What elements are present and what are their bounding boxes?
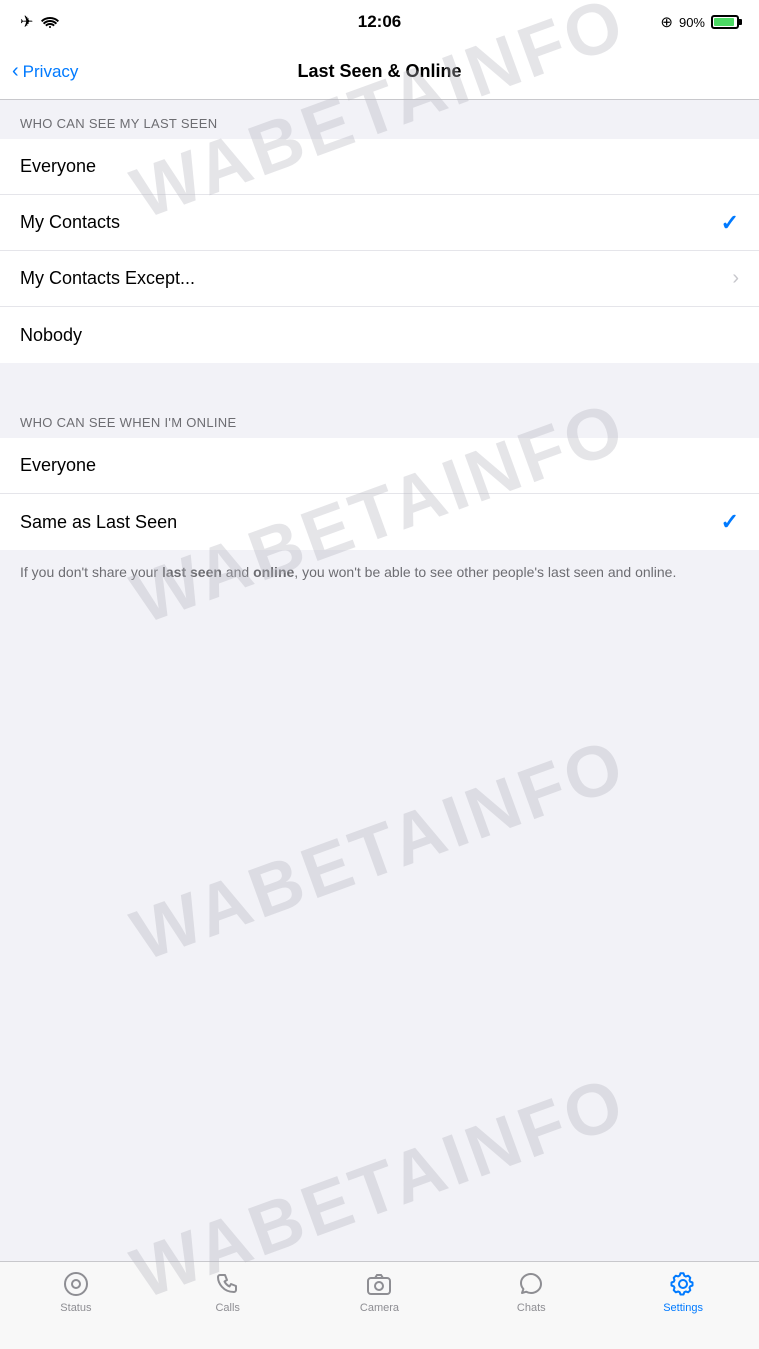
online-section-header: WHO CAN SEE WHEN I'M ONLINE xyxy=(0,399,759,438)
last-seen-options-group: Everyone My Contacts ✓ My Contacts Excep… xyxy=(0,139,759,363)
section-divider xyxy=(0,363,759,399)
battery-icon xyxy=(711,15,739,29)
footer-note-bold-last-seen: last seen xyxy=(162,564,222,580)
footer-note: If you don't share your last seen and on… xyxy=(0,550,759,603)
page-title: Last Seen & Online xyxy=(297,61,461,82)
option-my-contacts-except-label: My Contacts Except... xyxy=(20,268,195,289)
footer-note-prefix: If you don't share your xyxy=(20,564,162,580)
option-same-as-last-seen[interactable]: Same as Last Seen ✓ xyxy=(0,494,759,550)
camera-icon xyxy=(365,1270,393,1298)
footer-note-middle: and xyxy=(222,564,253,580)
option-nobody-label: Nobody xyxy=(20,325,82,346)
back-button[interactable]: ‹ Privacy xyxy=(12,62,78,82)
footer-note-suffix: , you won't be able to see other people'… xyxy=(294,564,676,580)
airplane-icon: ✈ xyxy=(20,12,33,32)
tab-chats[interactable]: Chats xyxy=(455,1270,607,1314)
status-bar: ✈ 12:06 ⊕ 90% xyxy=(0,0,759,44)
option-everyone-online[interactable]: Everyone xyxy=(0,438,759,494)
calls-icon xyxy=(214,1270,242,1298)
online-options-group: Everyone Same as Last Seen ✓ xyxy=(0,438,759,550)
tab-calls[interactable]: Calls xyxy=(152,1270,304,1314)
location-icon: ⊕ xyxy=(660,13,673,31)
status-icon xyxy=(62,1270,90,1298)
tab-chats-label: Chats xyxy=(517,1302,546,1314)
tab-settings[interactable]: Settings xyxy=(607,1270,759,1314)
status-time: 12:06 xyxy=(358,12,401,32)
chats-icon xyxy=(517,1270,545,1298)
checkmark-icon: ✓ xyxy=(721,210,739,236)
status-left-icons: ✈ xyxy=(20,12,59,32)
option-my-contacts-label: My Contacts xyxy=(20,212,120,233)
wifi-icon xyxy=(41,15,59,29)
option-everyone-last-seen-label: Everyone xyxy=(20,156,96,177)
option-same-as-last-seen-label: Same as Last Seen xyxy=(20,512,177,533)
option-nobody[interactable]: Nobody xyxy=(0,307,759,363)
tab-status[interactable]: Status xyxy=(0,1270,152,1314)
back-label[interactable]: Privacy xyxy=(23,62,79,82)
tab-camera-label: Camera xyxy=(360,1302,399,1314)
chevron-right-icon: › xyxy=(732,267,739,290)
battery-percent: 90% xyxy=(679,15,705,30)
nav-bar: ‹ Privacy Last Seen & Online xyxy=(0,44,759,100)
option-my-contacts[interactable]: My Contacts ✓ xyxy=(0,195,759,251)
battery-fill xyxy=(714,18,734,26)
settings-gear-icon xyxy=(669,1270,697,1298)
status-right-icons: ⊕ 90% xyxy=(660,13,739,31)
checkmark-same-icon: ✓ xyxy=(721,509,739,535)
option-my-contacts-except-right: › xyxy=(732,267,739,290)
tab-camera[interactable]: Camera xyxy=(304,1270,456,1314)
option-everyone-last-seen[interactable]: Everyone xyxy=(0,139,759,195)
option-same-as-last-seen-right: ✓ xyxy=(721,509,739,535)
footer-note-bold-online: online xyxy=(253,564,294,580)
last-seen-section-header: WHO CAN SEE MY LAST SEEN xyxy=(0,100,759,139)
tab-calls-label: Calls xyxy=(215,1302,239,1314)
option-my-contacts-except[interactable]: My Contacts Except... › xyxy=(0,251,759,307)
tab-status-label: Status xyxy=(60,1302,91,1314)
tab-settings-label: Settings xyxy=(663,1302,703,1314)
option-my-contacts-right: ✓ xyxy=(721,210,739,236)
option-everyone-online-label: Everyone xyxy=(20,455,96,476)
content-spacer xyxy=(0,603,759,1261)
back-chevron-icon: ‹ xyxy=(12,61,19,81)
tab-bar: Status Calls Camera Chats Settings xyxy=(0,1261,759,1349)
